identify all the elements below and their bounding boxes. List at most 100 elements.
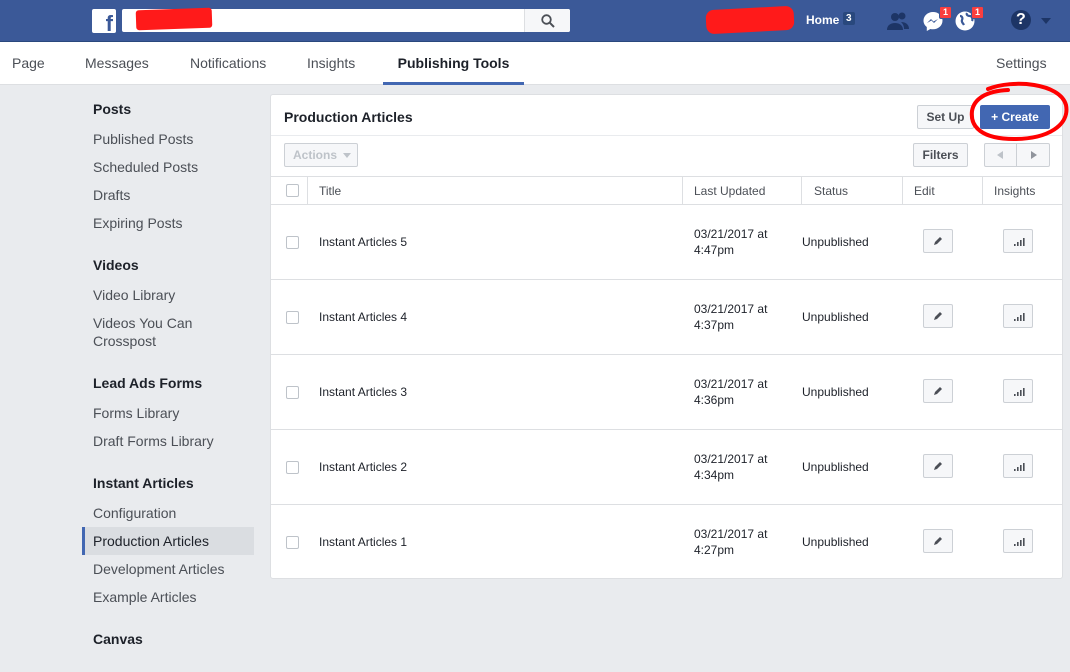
help-icon[interactable]: ? — [1010, 9, 1032, 31]
sidebar-item-published-posts[interactable]: Published Posts — [82, 130, 254, 148]
column-separator — [902, 177, 903, 205]
bar-chart-icon — [1014, 538, 1025, 546]
bar-chart-icon — [1014, 388, 1025, 396]
sidebar-heading-instant-articles: Instant Articles — [93, 475, 194, 491]
status-text: Unpublished — [802, 385, 869, 399]
sidebar-item-video-library[interactable]: Video Library — [82, 286, 254, 304]
sidebar-item-forms-library[interactable]: Forms Library — [82, 404, 254, 422]
sidebar-item-development-articles[interactable]: Development Articles — [82, 560, 254, 578]
redacted-profile-name — [705, 5, 795, 35]
column-header-last-updated[interactable]: Last Updated — [694, 184, 765, 198]
status-text: Unpublished — [802, 460, 869, 474]
search-button[interactable] — [524, 9, 570, 32]
last-updated-date: 03/21/2017 at — [694, 527, 768, 541]
edit-button[interactable] — [923, 229, 953, 253]
tab-settings[interactable]: Settings — [996, 42, 1047, 85]
annotation-circle — [969, 81, 1069, 142]
table-row[interactable]: Instant Articles 3 03/21/2017 at 4:36pm … — [271, 355, 1062, 430]
filters-button[interactable]: Filters — [913, 143, 968, 167]
page-title: Production Articles — [284, 109, 413, 125]
column-separator — [982, 177, 983, 205]
tab-publishing-tools[interactable]: Publishing Tools — [383, 42, 524, 85]
edit-button[interactable] — [923, 454, 953, 478]
table-row[interactable]: Instant Articles 2 03/21/2017 at 4:34pm … — [271, 430, 1062, 505]
pencil-icon — [934, 312, 942, 320]
sidebar-heading-lead-ads-forms: Lead Ads Forms — [93, 375, 203, 391]
article-title[interactable]: Instant Articles 2 — [319, 460, 407, 474]
sidebar-item-scheduled-posts[interactable]: Scheduled Posts — [82, 158, 254, 176]
facebook-logo-icon[interactable]: f — [92, 9, 116, 35]
sidebar-item-configuration[interactable]: Configuration — [82, 504, 254, 522]
table-header: Title Last Updated Status Edit Insights — [271, 176, 1062, 205]
table-row[interactable]: Instant Articles 4 03/21/2017 at 4:37pm … — [271, 280, 1062, 355]
sidebar-item-production-articles[interactable]: Production Articles — [82, 527, 254, 555]
insights-button[interactable] — [1003, 379, 1033, 403]
page-nav: Page Messages Notifications Insights Pub… — [0, 42, 1070, 85]
article-title[interactable]: Instant Articles 5 — [319, 235, 407, 249]
sidebar-item-example-articles[interactable]: Example Articles — [82, 588, 254, 606]
set-up-button[interactable]: Set Up — [917, 105, 974, 129]
insights-button[interactable] — [1003, 454, 1033, 478]
edit-button[interactable] — [923, 304, 953, 328]
pencil-icon — [934, 387, 942, 395]
tab-page[interactable]: Page — [12, 42, 45, 85]
tab-messages[interactable]: Messages — [85, 42, 149, 85]
last-updated-date: 03/21/2017 at — [694, 377, 768, 391]
row-checkbox[interactable] — [286, 461, 299, 474]
column-header-insights: Insights — [994, 184, 1036, 198]
edit-button[interactable] — [923, 379, 953, 403]
row-checkbox[interactable] — [286, 386, 299, 399]
last-updated-time: 4:34pm — [694, 468, 735, 482]
messages-icon[interactable]: 1 — [922, 6, 952, 32]
production-articles-card: Production Articles Set Up + Create Acti… — [270, 94, 1063, 579]
article-title[interactable]: Instant Articles 4 — [319, 310, 407, 324]
pencil-icon — [934, 237, 942, 245]
home-count-badge: 3 — [843, 12, 855, 25]
table-row[interactable]: Instant Articles 1 03/21/2017 at 4:27pm … — [271, 505, 1062, 580]
notifications-globe-icon[interactable]: 1 — [954, 6, 984, 32]
next-page-button[interactable] — [1018, 144, 1050, 166]
row-checkbox[interactable] — [286, 236, 299, 249]
tab-insights[interactable]: Insights — [307, 42, 355, 85]
insights-button[interactable] — [1003, 529, 1033, 553]
pager — [984, 143, 1050, 167]
bar-chart-icon — [1014, 463, 1025, 471]
article-title[interactable]: Instant Articles 1 — [319, 535, 407, 549]
last-updated-date: 03/21/2017 at — [694, 452, 768, 466]
actions-dropdown[interactable]: Actions — [284, 143, 358, 167]
sidebar-item-drafts[interactable]: Drafts — [82, 186, 254, 204]
redacted-page-name — [135, 7, 213, 31]
bar-chart-icon — [1014, 238, 1025, 246]
chevron-right-icon — [1031, 151, 1037, 159]
tab-notifications[interactable]: Notifications — [190, 42, 266, 85]
last-updated-time: 4:27pm — [694, 543, 735, 557]
select-all-checkbox[interactable] — [286, 184, 299, 197]
sidebar-item-videos-you-can-crosspost[interactable]: Videos You Can Crosspost — [82, 314, 222, 350]
search-input[interactable] — [122, 7, 570, 32]
last-updated-time: 4:36pm — [694, 393, 735, 407]
insights-button[interactable] — [1003, 304, 1033, 328]
status-text: Unpublished — [802, 310, 869, 324]
insights-button[interactable] — [1003, 229, 1033, 253]
article-title[interactable]: Instant Articles 3 — [319, 385, 407, 399]
row-checkbox[interactable] — [286, 536, 299, 549]
column-header-edit: Edit — [914, 184, 935, 198]
home-link[interactable]: Home — [806, 13, 839, 27]
row-checkbox[interactable] — [286, 311, 299, 324]
last-updated-date: 03/21/2017 at — [694, 302, 768, 316]
column-separator — [307, 177, 308, 205]
account-menu-chevron-down-icon[interactable] — [1040, 14, 1052, 24]
last-updated-time: 4:37pm — [694, 318, 735, 332]
chevron-down-icon — [343, 153, 351, 158]
column-separator — [801, 177, 802, 205]
previous-page-button[interactable] — [985, 144, 1017, 166]
column-header-status[interactable]: Status — [814, 184, 848, 198]
table-row[interactable]: Instant Articles 5 03/21/2017 at 4:47pm … — [271, 205, 1062, 280]
status-text: Unpublished — [802, 235, 869, 249]
edit-button[interactable] — [923, 529, 953, 553]
sidebar-item-expiring-posts[interactable]: Expiring Posts — [82, 214, 254, 232]
search-icon — [541, 14, 555, 28]
sidebar-item-draft-forms-library[interactable]: Draft Forms Library — [82, 432, 254, 450]
friend-requests-icon[interactable] — [886, 10, 909, 32]
column-header-title[interactable]: Title — [319, 184, 341, 198]
